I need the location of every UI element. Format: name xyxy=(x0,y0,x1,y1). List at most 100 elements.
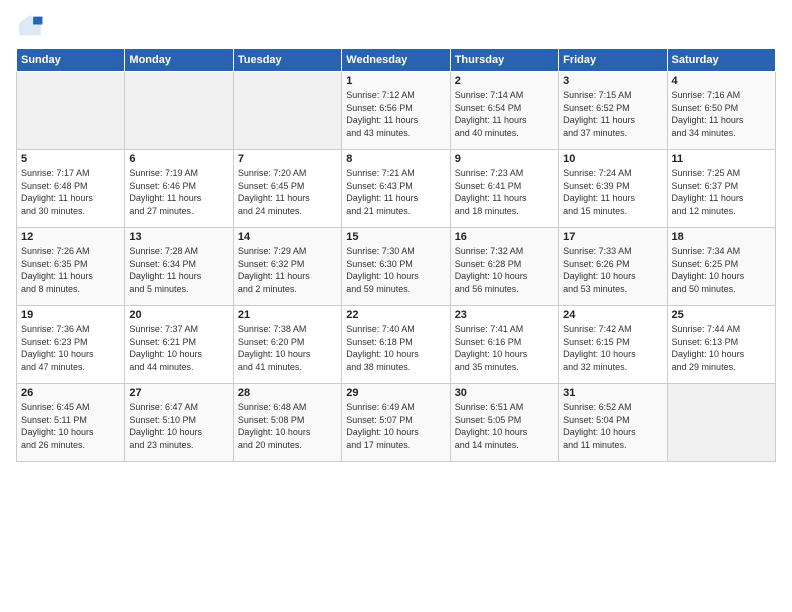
day-info: Sunrise: 7:24 AMSunset: 6:39 PMDaylight:… xyxy=(563,167,662,217)
day-number: 24 xyxy=(563,309,662,321)
calendar-cell: 16 Sunrise: 7:32 AMSunset: 6:28 PMDayligh… xyxy=(450,228,558,306)
calendar-cell: 20 Sunrise: 7:37 AMSunset: 6:21 PMDayligh… xyxy=(125,306,233,384)
header xyxy=(16,12,776,40)
day-info: Sunrise: 7:15 AMSunset: 6:52 PMDaylight:… xyxy=(563,89,662,139)
calendar-header-wednesday: Wednesday xyxy=(342,49,450,72)
calendar-header-tuesday: Tuesday xyxy=(233,49,341,72)
day-number: 13 xyxy=(129,231,228,243)
day-info: Sunrise: 7:12 AMSunset: 6:56 PMDaylight:… xyxy=(346,89,445,139)
logo-icon xyxy=(16,12,44,40)
day-number: 25 xyxy=(672,309,771,321)
calendar-cell: 28 Sunrise: 6:48 AMSunset: 5:08 PMDayligh… xyxy=(233,384,341,462)
day-number: 11 xyxy=(672,153,771,165)
calendar-cell: 6 Sunrise: 7:19 AMSunset: 6:46 PMDaylight… xyxy=(125,150,233,228)
day-number: 6 xyxy=(129,153,228,165)
day-number: 22 xyxy=(346,309,445,321)
calendar-cell: 24 Sunrise: 7:42 AMSunset: 6:15 PMDayligh… xyxy=(559,306,667,384)
calendar-cell: 17 Sunrise: 7:33 AMSunset: 6:26 PMDayligh… xyxy=(559,228,667,306)
day-info: Sunrise: 6:47 AMSunset: 5:10 PMDaylight:… xyxy=(129,401,228,451)
calendar-header-sunday: Sunday xyxy=(17,49,125,72)
calendar-cell: 13Sunrise: 7:28 AMSunset: 6:34 PMDayligh… xyxy=(125,228,233,306)
calendar-cell: 1 Sunrise: 7:12 AMSunset: 6:56 PMDaylight… xyxy=(342,72,450,150)
calendar-cell: 9 Sunrise: 7:23 AMSunset: 6:41 PMDaylight… xyxy=(450,150,558,228)
calendar-cell: 3 Sunrise: 7:15 AMSunset: 6:52 PMDaylight… xyxy=(559,72,667,150)
day-number: 28 xyxy=(238,387,337,399)
day-number: 16 xyxy=(455,231,554,243)
calendar-cell xyxy=(233,72,341,150)
calendar-week-4: 19Sunrise: 7:36 AMSunset: 6:23 PMDayligh… xyxy=(17,306,776,384)
day-number: 18 xyxy=(672,231,771,243)
calendar-cell: 7 Sunrise: 7:20 AMSunset: 6:45 PMDaylight… xyxy=(233,150,341,228)
day-info: Sunrise: 7:36 AMSunset: 6:23 PMDaylight:… xyxy=(21,323,120,373)
calendar: SundayMondayTuesdayWednesdayThursdayFrid… xyxy=(16,48,776,462)
day-info: Sunrise: 7:32 AMSunset: 6:28 PMDaylight:… xyxy=(455,245,554,295)
day-number: 27 xyxy=(129,387,228,399)
calendar-cell: 2Sunrise: 7:14 AMSunset: 6:54 PMDaylight… xyxy=(450,72,558,150)
day-info: Sunrise: 7:21 AMSunset: 6:43 PMDaylight:… xyxy=(346,167,445,217)
calendar-cell: 4 Sunrise: 7:16 AMSunset: 6:50 PMDaylight… xyxy=(667,72,775,150)
day-number: 5 xyxy=(21,153,120,165)
day-info: Sunrise: 6:45 AMSunset: 5:11 PMDaylight:… xyxy=(21,401,120,451)
day-info: Sunrise: 7:23 AMSunset: 6:41 PMDaylight:… xyxy=(455,167,554,217)
day-number: 2 xyxy=(455,75,554,87)
calendar-cell xyxy=(667,384,775,462)
calendar-cell xyxy=(125,72,233,150)
calendar-cell: 29 Sunrise: 6:49 AMSunset: 5:07 PMDayligh… xyxy=(342,384,450,462)
day-info: Sunrise: 7:37 AMSunset: 6:21 PMDaylight:… xyxy=(129,323,228,373)
day-info: Sunrise: 6:49 AMSunset: 5:07 PMDaylight:… xyxy=(346,401,445,451)
calendar-cell: 15Sunrise: 7:30 AMSunset: 6:30 PMDayligh… xyxy=(342,228,450,306)
calendar-cell: 26 Sunrise: 6:45 AMSunset: 5:11 PMDayligh… xyxy=(17,384,125,462)
day-info: Sunrise: 6:48 AMSunset: 5:08 PMDaylight:… xyxy=(238,401,337,451)
calendar-cell: 31 Sunrise: 6:52 AMSunset: 5:04 PMDayligh… xyxy=(559,384,667,462)
day-info: Sunrise: 7:19 AMSunset: 6:46 PMDaylight:… xyxy=(129,167,228,217)
day-info: Sunrise: 7:20 AMSunset: 6:45 PMDaylight:… xyxy=(238,167,337,217)
day-number: 3 xyxy=(563,75,662,87)
calendar-cell: 21Sunrise: 7:38 AMSunset: 6:20 PMDayligh… xyxy=(233,306,341,384)
calendar-cell: 23 Sunrise: 7:41 AMSunset: 6:16 PMDayligh… xyxy=(450,306,558,384)
calendar-header-row: SundayMondayTuesdayWednesdayThursdayFrid… xyxy=(17,49,776,72)
day-info: Sunrise: 7:25 AMSunset: 6:37 PMDaylight:… xyxy=(672,167,771,217)
calendar-week-3: 12Sunrise: 7:26 AMSunset: 6:35 PMDayligh… xyxy=(17,228,776,306)
day-info: Sunrise: 6:51 AMSunset: 5:05 PMDaylight:… xyxy=(455,401,554,451)
day-info: Sunrise: 7:29 AMSunset: 6:32 PMDaylight:… xyxy=(238,245,337,295)
day-number: 8 xyxy=(346,153,445,165)
day-number: 26 xyxy=(21,387,120,399)
day-number: 14 xyxy=(238,231,337,243)
day-info: Sunrise: 7:42 AMSunset: 6:15 PMDaylight:… xyxy=(563,323,662,373)
day-number: 23 xyxy=(455,309,554,321)
day-info: Sunrise: 7:16 AMSunset: 6:50 PMDaylight:… xyxy=(672,89,771,139)
day-number: 1 xyxy=(346,75,445,87)
day-number: 20 xyxy=(129,309,228,321)
calendar-cell: 30 Sunrise: 6:51 AMSunset: 5:05 PMDayligh… xyxy=(450,384,558,462)
calendar-cell: 25Sunrise: 7:44 AMSunset: 6:13 PMDayligh… xyxy=(667,306,775,384)
calendar-cell: 10 Sunrise: 7:24 AMSunset: 6:39 PMDayligh… xyxy=(559,150,667,228)
day-number: 12 xyxy=(21,231,120,243)
calendar-week-2: 5Sunrise: 7:17 AMSunset: 6:48 PMDaylight… xyxy=(17,150,776,228)
day-number: 10 xyxy=(563,153,662,165)
calendar-week-1: 1 Sunrise: 7:12 AMSunset: 6:56 PMDaylight… xyxy=(17,72,776,150)
calendar-cell xyxy=(17,72,125,150)
day-info: Sunrise: 7:41 AMSunset: 6:16 PMDaylight:… xyxy=(455,323,554,373)
day-number: 30 xyxy=(455,387,554,399)
calendar-cell: 14 Sunrise: 7:29 AMSunset: 6:32 PMDayligh… xyxy=(233,228,341,306)
day-number: 7 xyxy=(238,153,337,165)
calendar-cell: 19Sunrise: 7:36 AMSunset: 6:23 PMDayligh… xyxy=(17,306,125,384)
calendar-header-friday: Friday xyxy=(559,49,667,72)
day-info: Sunrise: 7:40 AMSunset: 6:18 PMDaylight:… xyxy=(346,323,445,373)
day-number: 17 xyxy=(563,231,662,243)
calendar-cell: 18 Sunrise: 7:34 AMSunset: 6:25 PMDayligh… xyxy=(667,228,775,306)
day-number: 15 xyxy=(346,231,445,243)
calendar-cell: 8 Sunrise: 7:21 AMSunset: 6:43 PMDaylight… xyxy=(342,150,450,228)
day-info: Sunrise: 7:38 AMSunset: 6:20 PMDaylight:… xyxy=(238,323,337,373)
calendar-cell: 22 Sunrise: 7:40 AMSunset: 6:18 PMDayligh… xyxy=(342,306,450,384)
day-info: Sunrise: 6:52 AMSunset: 5:04 PMDaylight:… xyxy=(563,401,662,451)
day-number: 9 xyxy=(455,153,554,165)
day-number: 4 xyxy=(672,75,771,87)
day-number: 31 xyxy=(563,387,662,399)
day-info: Sunrise: 7:34 AMSunset: 6:25 PMDaylight:… xyxy=(672,245,771,295)
calendar-header-thursday: Thursday xyxy=(450,49,558,72)
day-number: 29 xyxy=(346,387,445,399)
day-info: Sunrise: 7:33 AMSunset: 6:26 PMDaylight:… xyxy=(563,245,662,295)
logo xyxy=(16,12,48,40)
calendar-header-saturday: Saturday xyxy=(667,49,775,72)
